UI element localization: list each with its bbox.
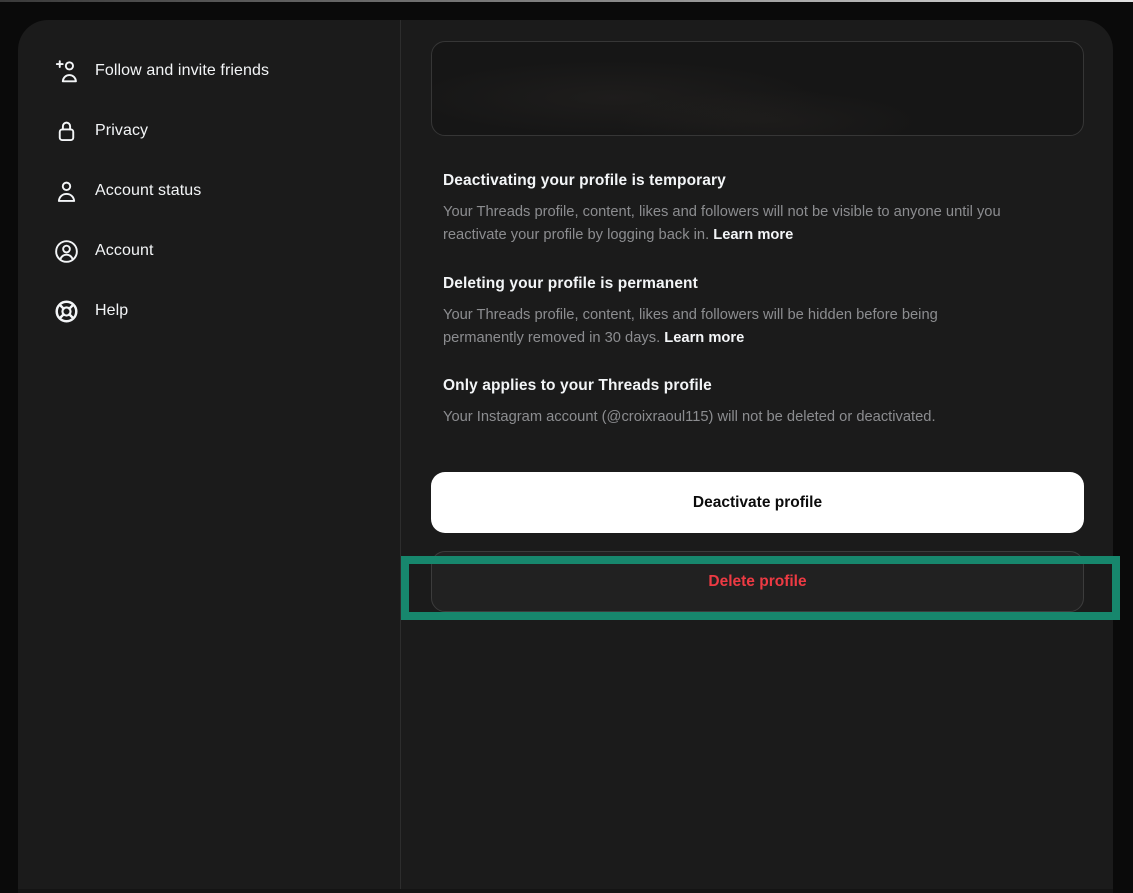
sidebar-item-label: Privacy [95,122,148,140]
learn-more-link[interactable]: Learn more [664,330,744,346]
section-only-applies-threads: Only applies to your Threads profile You… [443,377,1088,429]
section-deactivating-temporary: Deactivating your profile is temporary Y… [443,172,1088,247]
settings-panel: Follow and invite friends Privacy Accoun… [18,20,1113,893]
learn-more-link[interactable]: Learn more [713,227,793,243]
lock-icon [52,117,80,145]
person-circle-icon [52,237,80,265]
sidebar-content-divider [400,20,401,893]
sidebar-item-label: Account [95,242,154,260]
person-add-icon [52,57,80,85]
sidebar-item-account[interactable]: Account [52,237,154,265]
person-icon [52,177,80,205]
sidebar-item-account-status[interactable]: Account status [52,177,201,205]
section-heading: Only applies to your Threads profile [443,377,1088,395]
sidebar-item-label: Follow and invite friends [95,62,269,80]
redacted-profile-card [431,41,1084,136]
sidebar-item-follow-and-invite-friends[interactable]: Follow and invite friends [52,57,269,85]
sidebar-item-help[interactable]: Help [52,297,128,325]
section-body: Your Threads profile, content, likes and… [443,201,1085,247]
section-heading: Deactivating your profile is temporary [443,172,1088,190]
deactivate-profile-button[interactable]: Deactivate profile [431,472,1084,533]
section-deleting-permanent: Deleting your profile is permanent Your … [443,275,1088,350]
delete-profile-button[interactable]: Delete profile [431,551,1084,612]
sidebar-item-privacy[interactable]: Privacy [52,117,148,145]
section-body: Your Instagram account (@croixraoul115) … [443,406,1085,429]
threads-settings-page: { "colors": { "highlight_green": "#17876… [0,0,1133,893]
section-body: Your Threads profile, content, likes and… [443,304,1085,350]
sidebar-item-label: Account status [95,182,201,200]
section-body-text: Your Instagram account (@croixraoul115) … [443,409,936,425]
window-top-edge [0,0,1133,2]
sidebar-item-label: Help [95,302,128,320]
section-heading: Deleting your profile is permanent [443,275,1088,293]
lifebuoy-icon [52,297,80,325]
